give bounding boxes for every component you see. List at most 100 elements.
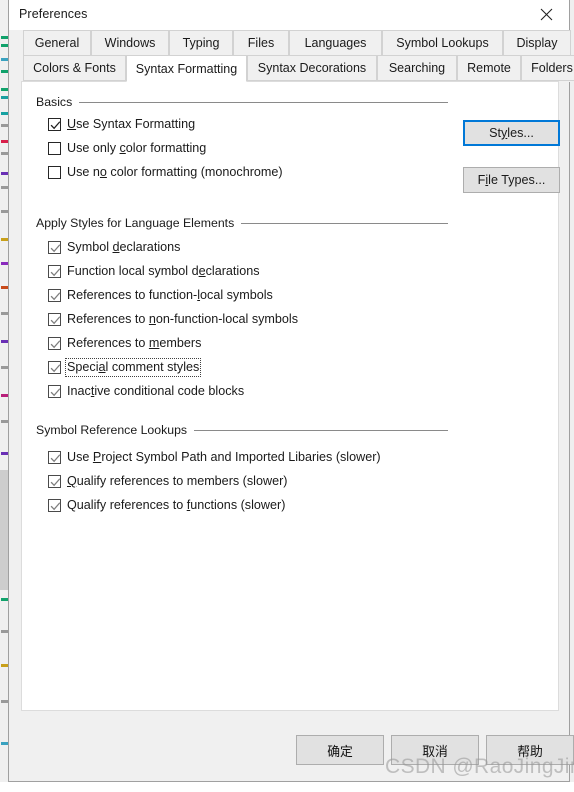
- label-post: les...: [507, 126, 534, 140]
- label-pre: Symbol: [67, 240, 113, 254]
- group-title: Basics: [36, 95, 73, 109]
- checkbox-label: Qualify references to functions (slower): [67, 498, 285, 513]
- ok-button[interactable]: 确定: [296, 735, 384, 765]
- label-mnemonic: e: [198, 264, 206, 278]
- checkbox-checked-icon: [48, 361, 61, 374]
- tab-syntax-formatting[interactable]: Syntax Formatting: [126, 55, 247, 82]
- checkbox-checked-icon: [48, 451, 61, 464]
- button-label: 确定: [327, 744, 353, 760]
- tab-folders[interactable]: Folders: [521, 55, 574, 81]
- label-mnemonic: d: [112, 240, 120, 254]
- checkbox-references-to-function-local-symbols[interactable]: References to function-local symbols: [48, 287, 273, 304]
- dialog-titlebar: Preferences: [9, 0, 569, 30]
- group-title: Symbol Reference Lookups: [36, 423, 188, 437]
- button-label: Styles...: [489, 126, 534, 140]
- tab-symbol-lookups[interactable]: Symbol Lookups: [382, 30, 503, 56]
- checkbox-label: Symbol declarations: [67, 240, 180, 255]
- tab-remote[interactable]: Remote: [457, 55, 521, 81]
- checkbox-checked-icon: [48, 475, 61, 488]
- label-pre: Use only: [67, 141, 120, 155]
- styles-button[interactable]: Styles...: [463, 120, 560, 146]
- checkbox-label: References to members: [67, 336, 201, 351]
- tab-label: Syntax Formatting: [135, 61, 238, 76]
- label-mnemonic: U: [67, 117, 77, 131]
- button-label: File Types...: [478, 173, 546, 187]
- checkbox-unchecked-icon: [48, 166, 61, 179]
- label-post: ive conditional code blocks: [94, 384, 245, 398]
- checkbox-use-only-color-formatting[interactable]: Use only color formatting: [48, 140, 206, 157]
- label-post: se Syntax Formatting: [76, 117, 196, 131]
- checkbox-use-project-symbol-path-and-imported-libaries-[interactable]: Use Project Symbol Path and Imported Lib…: [48, 449, 381, 466]
- tab-colors-fonts[interactable]: Colors & Fonts: [23, 55, 126, 81]
- help-button[interactable]: 帮助: [486, 735, 574, 765]
- label-pre: Inac: [67, 384, 91, 398]
- checkbox-checked-icon: [48, 313, 61, 326]
- checkbox-special-comment-styles[interactable]: Special comment styles: [48, 358, 202, 377]
- checkbox-use-syntax-formatting[interactable]: Use Syntax Formatting: [48, 116, 195, 133]
- tab-label: Typing: [182, 36, 220, 50]
- checkbox-checked-icon: [48, 265, 61, 278]
- label-mnemonic: a: [98, 360, 106, 374]
- tab-label: General: [34, 36, 80, 50]
- checkbox-label: Use no color formatting (monochrome): [67, 165, 283, 180]
- tab-label: Folders: [531, 61, 573, 75]
- tab-label: Symbol Lookups: [396, 36, 489, 50]
- checkbox-label: Use Syntax Formatting: [67, 117, 195, 132]
- tab-searching[interactable]: Searching: [377, 55, 457, 81]
- tab-syntax-decorations[interactable]: Syntax Decorations: [247, 55, 377, 81]
- group-separator-line: [79, 101, 448, 103]
- checkbox-checked-icon: [48, 241, 61, 254]
- checkbox-references-to-members[interactable]: References to members: [48, 335, 201, 352]
- checkbox-function-local-symbol-declarations[interactable]: Function local symbol declarations: [48, 263, 260, 280]
- checkbox-label: References to non-function-local symbols: [67, 312, 298, 327]
- checkbox-label: Function local symbol declarations: [67, 264, 260, 279]
- label-pre: References to: [67, 312, 149, 326]
- button-label: 取消: [422, 744, 448, 760]
- cancel-button[interactable]: 取消: [391, 735, 479, 765]
- tab-label: Syntax Decorations: [257, 61, 367, 75]
- group-title: Apply Styles for Language Elements: [36, 216, 235, 230]
- checkbox-use-no-color-formatting-monochrome[interactable]: Use no color formatting (monochrome): [48, 164, 283, 181]
- tab-label: Windows: [104, 36, 156, 50]
- checkbox-unchecked-icon: [48, 142, 61, 155]
- tab-label: Remote: [467, 61, 511, 75]
- tab-general[interactable]: General: [23, 30, 91, 56]
- label-post: roject Symbol Path and Imported Libaries…: [101, 450, 381, 464]
- label-pre: References to: [67, 336, 149, 350]
- checkbox-references-to-non-function-local-symbols[interactable]: References to non-function-local symbols: [48, 311, 298, 328]
- label-mnemonic: n: [148, 312, 156, 326]
- tab-windows[interactable]: Windows: [91, 30, 169, 56]
- background-app-bottom-strip: [0, 782, 574, 792]
- checkbox-label: Use only color formatting: [67, 141, 206, 156]
- tab-label: Searching: [388, 61, 446, 75]
- syntax-formatting-panel: Basics Use Syntax Formatting Use only colo…: [21, 81, 560, 711]
- preferences-dialog: Preferences General Windows Typing Files Lan…: [8, 0, 574, 782]
- label-post: clarations: [205, 264, 260, 278]
- dialog-title: Preferences: [19, 7, 88, 21]
- label-post: l comment styles: [105, 360, 200, 374]
- checkbox-label: References to function-local symbols: [67, 288, 273, 303]
- tab-languages[interactable]: Languages: [289, 30, 382, 56]
- group-header-symbol-reference-lookups: Symbol Reference Lookups: [36, 423, 448, 437]
- checkbox-qualify-references-to-members-slower[interactable]: Qualify references to members (slower): [48, 473, 287, 490]
- tab-label: Colors & Fonts: [33, 61, 116, 75]
- group-separator-line: [241, 222, 448, 224]
- checkbox-qualify-references-to-functions-slower[interactable]: Qualify references to functions (slower): [48, 497, 285, 514]
- tab-strip: General Windows Typing Files Languages Symbol…: [9, 30, 574, 82]
- label-pre: Use n: [67, 165, 100, 179]
- checkbox-label: Qualify references to members (slower): [67, 474, 287, 489]
- file-types-button[interactable]: File Types...: [463, 167, 560, 193]
- button-label: 帮助: [517, 744, 543, 760]
- tab-typing[interactable]: Typing: [169, 30, 233, 56]
- checkbox-inactive-conditional-code-blocks[interactable]: Inactive conditional code blocks: [48, 383, 244, 400]
- checkbox-symbol-declarations[interactable]: Symbol declarations: [48, 239, 180, 256]
- label-pre: Function local symbol d: [67, 264, 199, 278]
- tab-label: Files: [247, 36, 275, 50]
- label-mnemonic: Q: [67, 474, 77, 488]
- checkbox-checked-icon: [48, 499, 61, 512]
- tab-files[interactable]: Files: [233, 30, 289, 56]
- label-post: ocal symbols: [200, 288, 273, 302]
- tab-display[interactable]: Display: [503, 30, 571, 56]
- close-icon[interactable]: [524, 0, 569, 29]
- label-pre: Use: [67, 450, 93, 464]
